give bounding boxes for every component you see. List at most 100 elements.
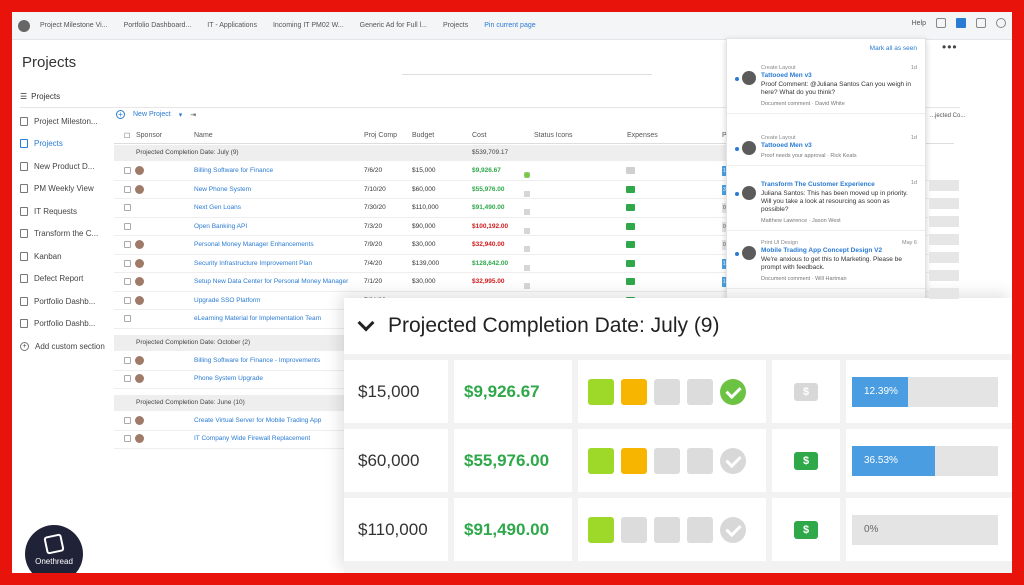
row-checkbox[interactable] <box>124 241 131 248</box>
proj-comp-date: 7/30/20 <box>364 204 386 211</box>
more-options-icon[interactable]: ••• <box>942 40 958 54</box>
project-name-link[interactable]: eLearning Material for Implementation Te… <box>194 315 321 322</box>
project-name-link[interactable]: Phone System Upgrade <box>194 375 263 382</box>
help-link[interactable]: Help <box>912 20 926 27</box>
pin-current-page-link[interactable]: Pin current page <box>484 22 535 29</box>
sidebar-item-kanban[interactable]: Kanban <box>20 245 116 268</box>
budget-value: $139,000 <box>412 259 440 267</box>
notification-item[interactable]: Print UI Design May 6 Mobile Trading App C… <box>727 234 925 289</box>
sidebar-item-defect-report[interactable]: Defect Report <box>20 268 116 291</box>
search-icon[interactable] <box>996 18 1006 28</box>
sidebar-item-it-requests[interactable]: IT Requests <box>20 200 116 223</box>
sidebar-item-new-product[interactable]: New Product D... <box>20 155 116 178</box>
project-name-link[interactable]: New Phone System <box>194 186 251 193</box>
project-name-link[interactable]: Security Infrastructure Improvement Plan <box>194 260 312 267</box>
row-checkbox[interactable] <box>124 185 131 193</box>
sidebar-item-label: New Product D... <box>34 161 95 171</box>
group-label: Projected Completion Date: July (9) <box>136 149 239 156</box>
sidebar-item-projects[interactable]: Projects <box>20 133 116 156</box>
budget-value: $90,000 <box>412 222 436 230</box>
select-all-checkbox[interactable]: ☐ <box>124 132 130 140</box>
chevron-down-icon[interactable] <box>357 314 375 332</box>
project-name-link[interactable]: IT Company Wide Firewall Replacement <box>194 435 310 442</box>
zoom-row[interactable]: $110,000 $91,490.00 $0% <box>344 498 1012 561</box>
expense-icon <box>626 185 635 193</box>
row-checkbox[interactable] <box>124 417 131 424</box>
zoom-row[interactable]: $15,000 $9,926.67 $12.39% <box>344 360 1012 423</box>
expense-icon <box>626 204 635 211</box>
project-name-link[interactable]: Billing Software for Finance - Improveme… <box>194 357 320 364</box>
notification-item[interactable]: 1d Transform The Customer Experience Julia… <box>727 174 925 231</box>
cost-value: $32,995.00 <box>472 278 505 285</box>
app-logo-icon[interactable] <box>18 19 30 32</box>
status-chip <box>524 246 530 252</box>
grid-icon[interactable] <box>976 18 986 28</box>
project-name-link[interactable]: Open Banking API <box>194 223 247 230</box>
page-icon <box>20 116 28 126</box>
row-checkbox[interactable] <box>124 222 131 230</box>
check-circle-icon <box>720 447 746 474</box>
status-chip <box>524 209 530 215</box>
notification-meta: Matthew Lawrence · Jason West <box>761 218 841 224</box>
row-checkbox[interactable] <box>124 375 131 382</box>
zoom-row[interactable]: $60,000 $55,976.00 $36.53% <box>344 429 1012 492</box>
chevron-down-icon[interactable]: ▾ <box>179 111 183 119</box>
sidebar-item-transform[interactable]: Transform the C... <box>20 223 116 246</box>
column-status-icons[interactable]: Status Icons <box>534 132 573 139</box>
row-checkbox[interactable] <box>124 204 131 211</box>
mark-all-seen-link[interactable]: Mark all as seen <box>870 45 917 52</box>
page-icon <box>20 229 28 239</box>
sidebar-item-portfolio-2[interactable]: Portfolio Dashb... <box>20 313 116 336</box>
column-name[interactable]: Name <box>194 132 213 139</box>
sidebar-item-project-milestone[interactable]: Project Mileston... <box>20 110 116 133</box>
project-name-link[interactable]: Upgrade SSO Platform <box>194 297 260 304</box>
tab-incoming-it[interactable]: Incoming IT PM02 W... <box>273 22 344 29</box>
star-icon[interactable] <box>936 18 946 28</box>
tab-projects[interactable]: Projects <box>443 22 468 29</box>
user-avatar[interactable] <box>956 18 966 28</box>
tab-generic-ad[interactable]: Generic Ad for Full l... <box>360 22 427 29</box>
column-expenses[interactable]: Expenses <box>627 132 658 139</box>
add-custom-section-button[interactable]: + Add custom section <box>20 335 116 358</box>
project-name-link[interactable]: Billing Software for Finance <box>194 167 273 174</box>
project-name-link[interactable]: Personal Money Manager Enhancements <box>194 241 314 248</box>
breadcrumb-projects[interactable]: Projects <box>31 92 60 101</box>
zoom-group-header[interactable]: Projected Completion Date: July (9) <box>344 298 1012 354</box>
tab-project-milestone[interactable]: Project Milestone Vi... <box>40 22 108 29</box>
sidebar-item-portfolio-1[interactable]: Portfolio Dashb... <box>20 290 116 313</box>
project-name-link[interactable]: Next Gen Loans <box>194 204 241 211</box>
column-budget[interactable]: Budget <box>412 132 434 139</box>
notification-title-link[interactable]: Tattooed Men v3 <box>761 72 917 79</box>
row-checkbox[interactable] <box>124 357 131 364</box>
row-checkbox[interactable] <box>124 259 131 267</box>
project-name-link[interactable]: Create Virtual Server for Mobile Trading… <box>194 417 321 424</box>
tab-it-applications[interactable]: IT - Applications <box>207 22 257 29</box>
column-cost[interactable]: Cost <box>472 132 486 139</box>
export-icon[interactable]: ⇥ <box>190 111 196 119</box>
row-checkbox[interactable] <box>124 315 131 322</box>
brand-name: Onethread <box>35 557 73 566</box>
page-icon <box>20 206 28 216</box>
list-icon: ☰ <box>20 92 28 101</box>
notification-title-link[interactable]: Tattooed Men v3 <box>761 142 917 149</box>
notification-item[interactable]: Create Layout 1d Tattooed Men v3 Proof Comm… <box>727 59 925 114</box>
new-project-button[interactable]: New Project <box>133 111 171 118</box>
status-chip <box>687 447 713 474</box>
column-sponsor[interactable]: Sponsor <box>136 132 162 139</box>
row-checkbox[interactable] <box>124 296 131 304</box>
column-proj-comp[interactable]: Proj Comp <box>364 132 397 139</box>
sidebar-item-pm-weekly[interactable]: PM Weekly View <box>20 178 116 201</box>
status-chip <box>524 283 530 289</box>
title-divider <box>402 74 652 75</box>
row-checkbox[interactable] <box>124 167 131 174</box>
notification-title-link[interactable]: Transform The Customer Experience <box>761 181 917 188</box>
notification-title-link[interactable]: Mobile Trading App Concept Design V2 <box>761 247 917 254</box>
notification-item[interactable]: Create Layout 1d Tattooed Men v3 Proof need… <box>727 129 925 166</box>
notification-body: Proof Comment: @Juliana Santos Can you w… <box>761 81 912 96</box>
tab-portfolio-dashboard[interactable]: Portfolio Dashboard... <box>124 22 192 29</box>
sidebar-item-label: IT Requests <box>34 206 77 216</box>
project-name-link[interactable]: Setup New Data Center for Personal Money… <box>194 278 348 285</box>
group-header-july[interactable]: Projected Completion Date: July (9) $539,… <box>114 145 734 161</box>
row-checkbox[interactable] <box>124 278 131 285</box>
row-checkbox[interactable] <box>124 435 131 442</box>
